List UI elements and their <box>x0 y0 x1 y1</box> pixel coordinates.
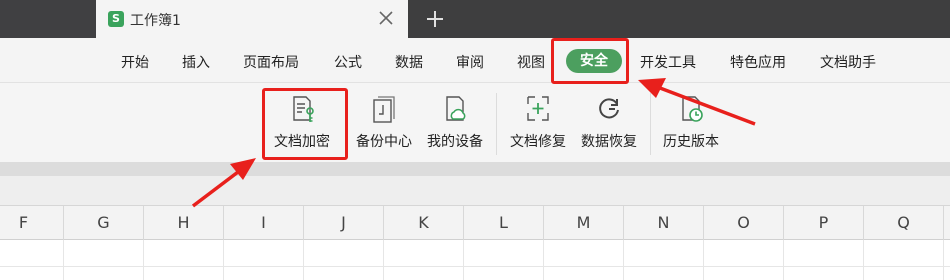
history-version-button[interactable]: 历史版本 <box>655 89 727 155</box>
toolbar: 文档加密 备份中心 我的设备 文档修复 数据恢复 历史版本 <box>0 82 950 162</box>
menu-doc-assistant[interactable]: 文档助手 <box>820 52 876 72</box>
history-version-label: 历史版本 <box>663 134 719 150</box>
tab-title: 工作簿1 <box>130 13 181 29</box>
column-header[interactable]: Q <box>864 206 944 240</box>
cloud-document-icon <box>446 96 466 121</box>
menu-insert[interactable]: 插入 <box>182 52 210 72</box>
column-header[interactable]: G <box>64 206 144 240</box>
grid-col-line <box>383 240 384 280</box>
menu-bar: 开始 插入 页面布局 公式 数据 审阅 视图 安全 开发工具 特色应用 文档助手 <box>0 38 950 82</box>
grid-col-line <box>623 240 624 280</box>
grid-col-line <box>863 240 864 280</box>
title-bar: S 工作簿1 <box>0 0 950 38</box>
grid-col-line <box>543 240 544 280</box>
column-header[interactable]: J <box>304 206 384 240</box>
refresh-icon <box>599 98 619 119</box>
column-header[interactable]: M <box>544 206 624 240</box>
doc-repair-button[interactable]: 文档修复 <box>502 89 574 155</box>
spreadsheet-icon: S <box>108 11 124 27</box>
data-recovery-button[interactable]: 数据恢复 <box>573 89 645 155</box>
column-header[interactable]: I <box>224 206 304 240</box>
menu-view[interactable]: 视图 <box>517 52 545 72</box>
column-header[interactable]: F <box>0 206 64 240</box>
column-header[interactable]: N <box>624 206 704 240</box>
column-header[interactable]: P <box>784 206 864 240</box>
column-header[interactable]: L <box>464 206 544 240</box>
backup-center-button[interactable]: 备份中心 <box>348 89 420 155</box>
encrypt-button-highlight <box>262 88 348 160</box>
document-plus-icon <box>527 96 549 121</box>
grid-col-line <box>63 240 64 280</box>
formula-bar-area <box>0 162 950 176</box>
toolbar-divider <box>650 93 651 155</box>
column-headers: F G H I J K L M N O P Q <box>0 206 950 240</box>
column-header[interactable]: O <box>704 206 784 240</box>
my-devices-button[interactable]: 我的设备 <box>419 89 491 155</box>
grid-col-line <box>143 240 144 280</box>
clock-document-icon <box>682 96 703 122</box>
menu-features[interactable]: 特色应用 <box>730 52 786 72</box>
data-recovery-label: 数据恢复 <box>581 134 637 150</box>
grid-col-line <box>703 240 704 280</box>
security-tab-highlight <box>551 38 629 84</box>
grid-col-line <box>303 240 304 280</box>
menu-page-layout[interactable]: 页面布局 <box>243 52 299 72</box>
plus-icon[interactable] <box>424 8 446 30</box>
column-header[interactable]: H <box>144 206 224 240</box>
tab-workbook[interactable]: S 工作簿1 <box>96 0 408 38</box>
grid-col-line <box>783 240 784 280</box>
backup-icon <box>373 96 395 123</box>
doc-repair-label: 文档修复 <box>510 134 566 150</box>
menu-data[interactable]: 数据 <box>395 52 423 72</box>
sheet-top-band <box>0 176 950 206</box>
grid-col-line <box>943 240 944 280</box>
backup-center-label: 备份中心 <box>356 134 412 150</box>
menu-formula[interactable]: 公式 <box>334 52 362 72</box>
my-devices-label: 我的设备 <box>427 134 483 150</box>
toolbar-divider <box>496 93 497 155</box>
menu-review[interactable]: 审阅 <box>456 52 484 72</box>
grid-col-line <box>463 240 464 280</box>
cell-grid[interactable] <box>0 240 950 280</box>
close-icon[interactable] <box>376 8 396 28</box>
menu-home[interactable]: 开始 <box>121 52 149 72</box>
grid-col-line <box>223 240 224 280</box>
column-header[interactable]: K <box>384 206 464 240</box>
title-bar-left <box>0 0 96 38</box>
menu-developer[interactable]: 开发工具 <box>640 52 696 72</box>
